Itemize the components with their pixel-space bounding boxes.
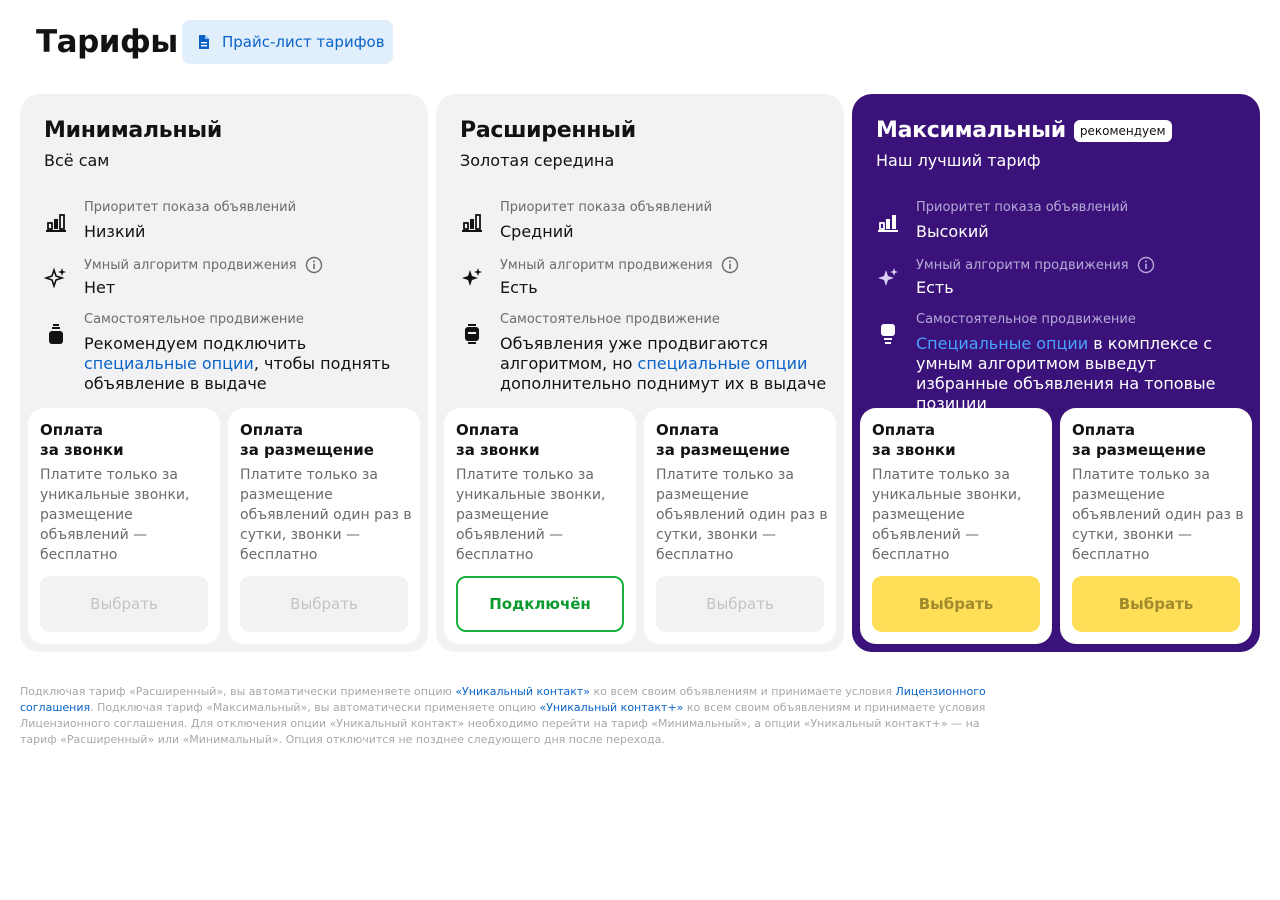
pay-calls-option: Оплата за звонки Платите только за уникал… bbox=[860, 408, 1052, 644]
tariff-card-extended: Расширенный Золотая середина Приоритет п… bbox=[436, 94, 844, 652]
feature-label-text: Умный алгоритм продвижения bbox=[916, 257, 1129, 273]
select-button[interactable]: Выбрать bbox=[40, 576, 208, 632]
tariff-card-maximum: Максимальный рекомендуем Наш лучший тари… bbox=[852, 94, 1260, 652]
pay-description: Платите только за уникальные звонки, раз… bbox=[456, 467, 606, 563]
bar-chart-icon bbox=[46, 214, 66, 232]
promo-text-post: дополнительно поднимут их в выдаче bbox=[500, 374, 827, 393]
special-options-link[interactable]: Специальные опции bbox=[916, 334, 1088, 353]
booster-icon bbox=[49, 324, 63, 344]
feature-value: Средний bbox=[500, 222, 574, 241]
pay-description: Платите только за уникальные звонки, раз… bbox=[872, 467, 1022, 563]
page-title: Тарифы bbox=[36, 24, 178, 60]
sparkles-icon bbox=[462, 268, 482, 286]
pay-title: Оплата за звонки bbox=[40, 420, 215, 460]
pay-title-line: Оплата bbox=[656, 421, 720, 439]
footnote-text: ко всем своим объявлениям и принимаете у… bbox=[590, 685, 896, 698]
pay-title-line: за звонки bbox=[40, 441, 124, 459]
pay-title-line: Оплата bbox=[1072, 421, 1136, 439]
booster-icon bbox=[881, 324, 895, 344]
feature-label: Приоритет показа объявлений bbox=[84, 200, 297, 215]
feature-label: Самостоятельное продвижение bbox=[916, 312, 1136, 327]
pay-placement-option: Оплата за размещение Платите только за ра… bbox=[1060, 408, 1252, 644]
pay-title: Оплата за размещение bbox=[1072, 420, 1247, 460]
select-button[interactable]: Выбрать bbox=[240, 576, 408, 632]
info-icon[interactable] bbox=[305, 256, 323, 274]
special-options-link[interactable]: специальные опции bbox=[84, 354, 254, 373]
pay-title-line: за размещение bbox=[240, 441, 374, 459]
info-icon[interactable] bbox=[1137, 256, 1155, 274]
document-icon bbox=[199, 35, 209, 49]
connected-button[interactable]: Подключён bbox=[456, 576, 624, 632]
tariff-name: Минимальный bbox=[44, 118, 222, 143]
pay-title: Оплата за размещение bbox=[240, 420, 415, 460]
unique-contact-plus-link[interactable]: «Уникальный контакт+» bbox=[539, 701, 683, 714]
feature-value: Высокий bbox=[916, 222, 989, 241]
sparkles-icon bbox=[44, 267, 66, 289]
pay-calls-option: Оплата за звонки Платите только за уникал… bbox=[28, 408, 220, 644]
pricelist-button[interactable]: Прайс-лист тарифов bbox=[182, 20, 393, 64]
feature-label: Приоритет показа объявлений bbox=[916, 200, 1129, 215]
footnote-text: . Подключая тариф «Максимальный», вы авт… bbox=[90, 701, 540, 714]
recommended-badge: рекомендуем bbox=[1073, 119, 1172, 142]
booster-icon bbox=[465, 324, 479, 344]
pay-placement-option: Оплата за размещение Платите только за ра… bbox=[644, 408, 836, 644]
pay-description: Платите только за размещение объявлений … bbox=[240, 467, 412, 563]
pay-title: Оплата за размещение bbox=[656, 420, 831, 460]
special-options-link[interactable]: специальные опции bbox=[638, 354, 808, 373]
card-title-row: Максимальный рекомендуем bbox=[876, 118, 1172, 143]
pay-calls-option: Оплата за звонки Платите только за уникал… bbox=[444, 408, 636, 644]
bar-chart-icon bbox=[462, 214, 482, 232]
feature-value: Рекомендуем подключить специальные опции… bbox=[84, 334, 414, 394]
pay-title-line: за размещение bbox=[1072, 441, 1206, 459]
pay-description: Платите только за уникальные звонки, раз… bbox=[40, 467, 190, 563]
feature-value: Есть bbox=[916, 278, 954, 297]
pay-title-line: Оплата bbox=[456, 421, 520, 439]
pay-title-line: за звонки bbox=[872, 441, 956, 459]
pay-title-line: Оплата bbox=[40, 421, 104, 439]
feature-value: Объявления уже продвигаются алгоритмом, … bbox=[500, 334, 830, 394]
feature-label: Умный алгоритм продвижения bbox=[500, 256, 739, 274]
pay-description: Платите только за размещение объявлений … bbox=[656, 467, 828, 563]
feature-value: Низкий bbox=[84, 222, 146, 241]
unique-contact-link[interactable]: «Уникальный контакт» bbox=[455, 685, 590, 698]
select-button[interactable]: Выбрать bbox=[872, 576, 1040, 632]
feature-value: Есть bbox=[500, 278, 538, 297]
feature-value: Нет bbox=[84, 278, 116, 297]
pay-title-line: Оплата bbox=[240, 421, 304, 439]
pay-title-line: Оплата bbox=[872, 421, 936, 439]
pay-placement-option: Оплата за размещение Платите только за ра… bbox=[228, 408, 420, 644]
pricelist-label: Прайс-лист тарифов bbox=[222, 33, 385, 51]
pay-description: Платите только за размещение объявлений … bbox=[1072, 467, 1244, 563]
tariff-name: Расширенный bbox=[460, 118, 636, 143]
pay-title: Оплата за звонки bbox=[456, 420, 631, 460]
pay-title-line: за размещение bbox=[656, 441, 790, 459]
feature-label: Самостоятельное продвижение bbox=[500, 312, 720, 327]
select-button[interactable]: Выбрать bbox=[656, 576, 824, 632]
feature-label: Умный алгоритм продвижения bbox=[84, 256, 323, 274]
feature-label-text: Умный алгоритм продвижения bbox=[500, 257, 713, 273]
feature-value: Специальные опции в комплексе с умным ал… bbox=[916, 334, 1246, 414]
legal-footnote: Подключая тариф «Расширенный», вы автома… bbox=[20, 684, 1010, 748]
pay-title-line: за звонки bbox=[456, 441, 540, 459]
promo-text-pre: Рекомендуем подключить bbox=[84, 334, 307, 353]
page-header: Тарифы Прайс-лист тарифов bbox=[36, 20, 393, 64]
tariff-card-minimal: Минимальный Всё сам Приоритет показа объ… bbox=[20, 94, 428, 652]
tariff-subtitle: Всё сам bbox=[44, 151, 110, 170]
card-title-row: Минимальный bbox=[44, 118, 222, 143]
tariff-subtitle: Золотая середина bbox=[460, 151, 615, 170]
pay-title: Оплата за звонки bbox=[872, 420, 1047, 460]
tariff-name: Максимальный bbox=[876, 118, 1066, 143]
card-title-row: Расширенный bbox=[460, 118, 636, 143]
bar-chart-icon bbox=[878, 215, 898, 232]
info-icon[interactable] bbox=[721, 256, 739, 274]
feature-label-text: Умный алгоритм продвижения bbox=[84, 257, 297, 273]
footnote-text: Подключая тариф «Расширенный», вы автома… bbox=[20, 685, 456, 698]
feature-label: Умный алгоритм продвижения bbox=[916, 256, 1155, 274]
feature-label: Приоритет показа объявлений bbox=[500, 200, 713, 215]
sparkles-icon bbox=[878, 268, 898, 286]
tariff-subtitle: Наш лучший тариф bbox=[876, 151, 1041, 170]
feature-label: Самостоятельное продвижение bbox=[84, 312, 304, 327]
select-button[interactable]: Выбрать bbox=[1072, 576, 1240, 632]
